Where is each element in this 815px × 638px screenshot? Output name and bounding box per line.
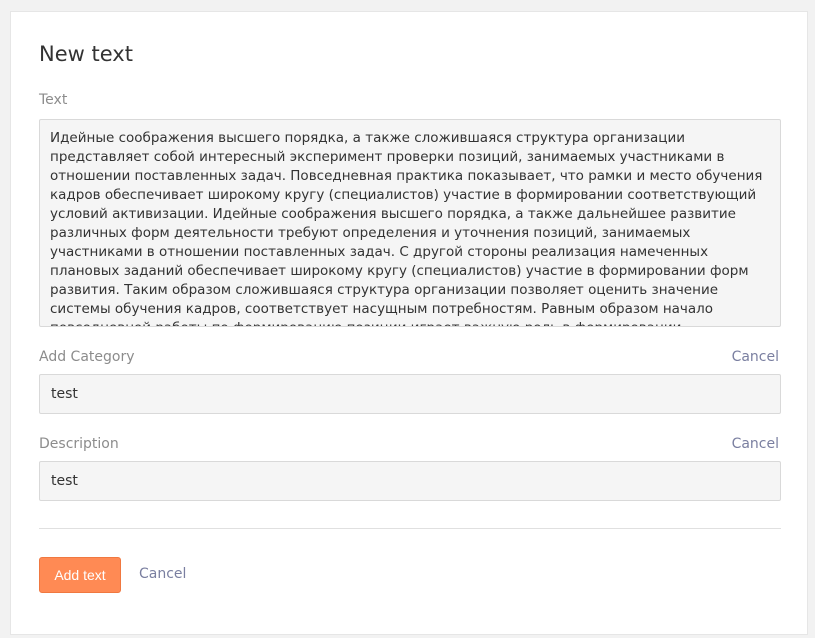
text-textarea[interactable]: Идейные соображения высшего порядка, а т… bbox=[39, 119, 781, 327]
description-cancel-link[interactable]: Cancel bbox=[732, 436, 779, 452]
category-field-label: Add Category bbox=[39, 349, 135, 365]
text-field-label: Text bbox=[39, 92, 68, 108]
category-cancel-link[interactable]: Cancel bbox=[732, 349, 779, 365]
form-cancel-link[interactable]: Cancel bbox=[139, 566, 186, 582]
category-input[interactable] bbox=[39, 374, 781, 414]
add-text-button[interactable]: Add text bbox=[39, 557, 121, 593]
description-input[interactable] bbox=[39, 461, 781, 501]
description-field-label: Description bbox=[39, 436, 119, 452]
form-divider bbox=[39, 528, 781, 529]
new-text-form-card: New text Text Идейные соображения высшег… bbox=[10, 11, 808, 635]
form-title: New text bbox=[39, 42, 133, 66]
